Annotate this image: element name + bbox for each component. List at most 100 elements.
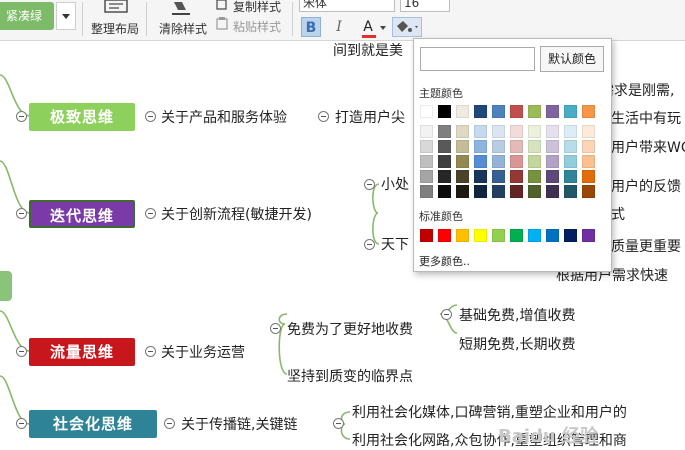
theme-shade-swatch[interactable] [582,155,595,168]
node-liuliang-child[interactable]: 关于业务运营 [161,342,245,362]
theme-color-swatch[interactable] [582,105,595,118]
theme-button[interactable]: 紧凑绿 [0,2,54,30]
node-jizhi-grandchild[interactable]: 打造用户尖 [335,107,405,127]
collapse-toggle[interactable] [16,346,27,357]
theme-shade-swatch[interactable] [510,125,523,138]
theme-shade-swatch[interactable] [546,185,559,198]
theme-shade-swatch[interactable] [420,125,433,138]
theme-shade-swatch[interactable] [582,140,595,153]
theme-shade-swatch[interactable] [438,125,451,138]
theme-shade-swatch[interactable] [564,140,577,153]
theme-color-swatch[interactable] [456,105,469,118]
collapse-toggle[interactable] [16,208,27,219]
copy-style-button[interactable]: 复制样式 [233,0,281,15]
collapse-toggle[interactable] [145,346,156,357]
node-diedai-grandchild-a[interactable]: 小处 [381,174,409,194]
collapse-toggle[interactable] [164,418,175,429]
paste-style-button[interactable]: 粘贴样式 [233,18,281,35]
tidy-layout-button[interactable]: 整理布局 [91,20,139,37]
node-shehui-child[interactable]: 关于传播链,关键链 [181,414,297,434]
theme-color-swatch[interactable] [510,105,523,118]
theme-shade-swatch[interactable] [564,185,577,198]
theme-shade-swatch[interactable] [528,185,541,198]
theme-shade-swatch[interactable] [420,185,433,198]
standard-color-swatch[interactable] [474,229,487,242]
collapse-toggle[interactable] [441,309,452,320]
collapse-toggle[interactable] [16,111,27,122]
default-color-button[interactable]: 默认颜色 [540,46,604,72]
theme-shade-swatch[interactable] [528,140,541,153]
standard-color-swatch[interactable] [528,229,541,242]
theme-shade-swatch[interactable] [474,125,487,138]
theme-shade-swatch[interactable] [582,185,595,198]
standard-color-swatch[interactable] [420,229,433,242]
theme-shade-swatch[interactable] [420,170,433,183]
theme-shade-swatch[interactable] [492,170,505,183]
collapse-toggle[interactable] [270,323,281,334]
collapse-toggle[interactable] [318,111,329,122]
theme-shade-swatch[interactable] [528,125,541,138]
standard-color-swatch[interactable] [546,229,559,242]
collapse-toggle[interactable] [145,111,156,122]
node-liuliang-grandchild-b[interactable]: 坚持到质变的临界点 [287,366,413,386]
theme-shade-swatch[interactable] [492,125,505,138]
theme-shade-swatch[interactable] [510,170,523,183]
theme-shade-swatch[interactable] [510,185,523,198]
standard-color-swatch[interactable] [438,229,451,242]
theme-shade-swatch[interactable] [456,155,469,168]
theme-shade-swatch[interactable] [546,140,559,153]
node-diedai[interactable]: 迭代思维 [29,200,135,228]
node-diedai-grandchild-b[interactable]: 天下 [381,234,409,254]
theme-color-swatch[interactable] [528,105,541,118]
fill-color-button[interactable] [392,17,422,37]
theme-shade-swatch[interactable] [528,155,541,168]
theme-shade-swatch[interactable] [438,155,451,168]
node-liuliang-gg-a1[interactable]: 基础免费,增值收费 [459,305,575,325]
chevron-down-icon[interactable] [380,26,386,30]
font-size-select[interactable]: 16 [400,0,450,12]
node-jizhi-child[interactable]: 关于产品和服务体验 [161,107,287,127]
theme-color-swatch[interactable] [420,105,433,118]
theme-shade-swatch[interactable] [582,170,595,183]
node-jizhi[interactable]: 极致思维 [29,103,135,131]
theme-shade-swatch[interactable] [456,125,469,138]
collapse-toggle[interactable] [364,179,375,190]
theme-color-swatch[interactable] [438,105,451,118]
tidy-layout-icon[interactable] [103,0,131,16]
theme-shade-swatch[interactable] [546,125,559,138]
theme-shade-swatch[interactable] [474,155,487,168]
theme-color-swatch[interactable] [474,105,487,118]
theme-color-swatch[interactable] [546,105,559,118]
side-panel-tab[interactable] [0,271,12,301]
theme-shade-swatch[interactable] [582,125,595,138]
theme-shade-swatch[interactable] [438,185,451,198]
bold-button[interactable]: B [301,17,321,37]
node-liuliang[interactable]: 流量思维 [29,338,135,366]
node-shehui-grandchild-a[interactable]: 利用社会化媒体,口碑营销,重塑企业和用户的 [352,402,627,422]
theme-shade-swatch[interactable] [492,155,505,168]
theme-shade-swatch[interactable] [528,170,541,183]
theme-shade-swatch[interactable] [456,185,469,198]
node-shehui[interactable]: 社会化思维 [29,410,157,438]
theme-shade-swatch[interactable] [474,140,487,153]
standard-color-swatch[interactable] [492,229,505,242]
theme-shade-swatch[interactable] [456,170,469,183]
theme-shade-swatch[interactable] [474,170,487,183]
italic-button[interactable]: I [329,17,349,37]
theme-shade-swatch[interactable] [546,170,559,183]
theme-shade-swatch[interactable] [546,155,559,168]
theme-shade-swatch[interactable] [564,155,577,168]
collapse-toggle[interactable] [145,208,156,219]
more-colors-link[interactable]: 更多颜色.. [419,253,470,269]
collapse-toggle[interactable] [364,239,375,250]
font-family-select[interactable]: 宋体 [299,0,395,12]
font-color-button[interactable]: A [358,17,378,37]
theme-shade-swatch[interactable] [438,140,451,153]
theme-shade-swatch[interactable] [564,125,577,138]
theme-shade-swatch[interactable] [474,185,487,198]
theme-shade-swatch[interactable] [564,170,577,183]
theme-shade-swatch[interactable] [492,185,505,198]
theme-shade-swatch[interactable] [438,170,451,183]
theme-color-swatch[interactable] [492,105,505,118]
clear-style-button[interactable]: 清除样式 [159,20,207,37]
